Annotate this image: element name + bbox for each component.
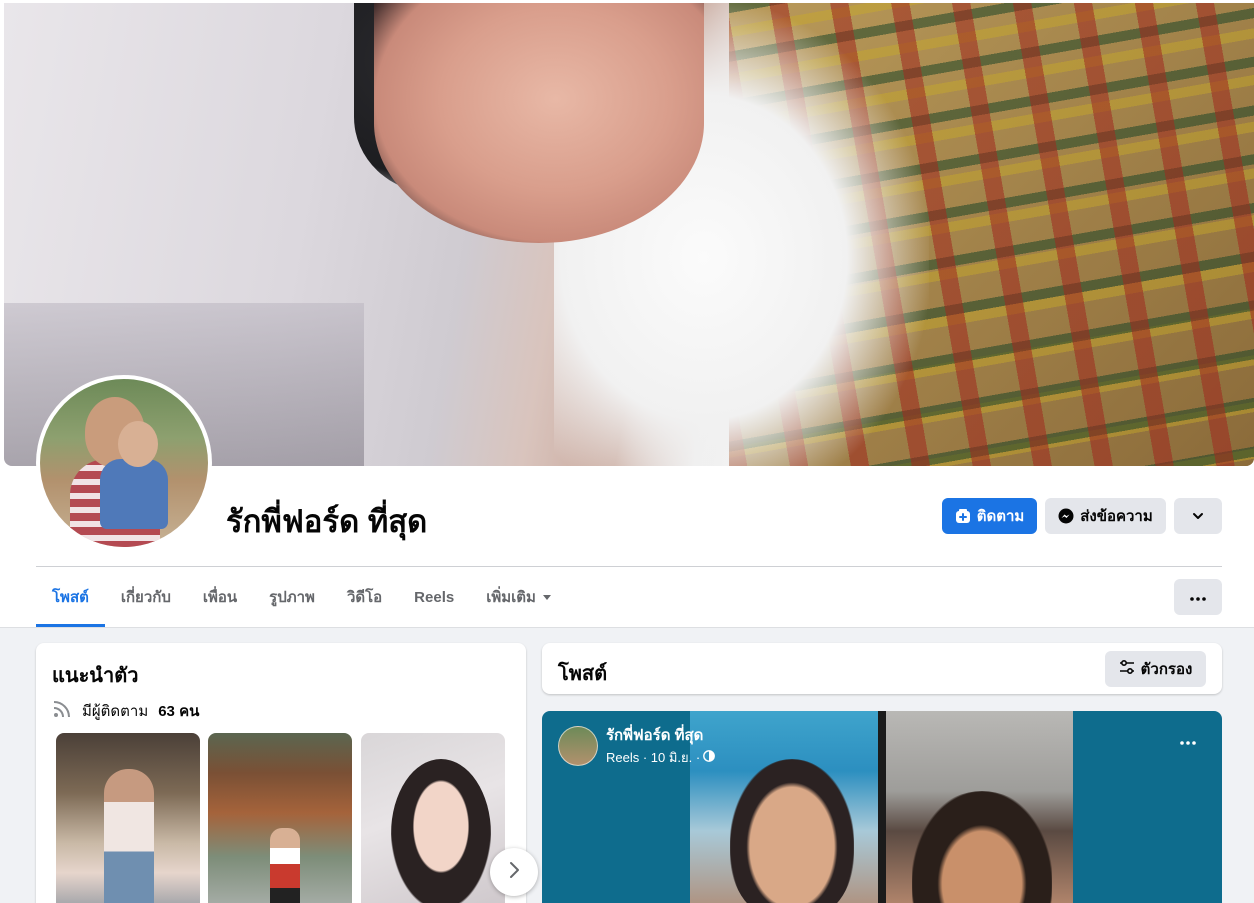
post-menu-button[interactable] xyxy=(1170,727,1206,755)
caret-down-icon xyxy=(542,589,552,606)
filter-button[interactable]: ตัวกรอง xyxy=(1105,651,1206,687)
reel-post[interactable]: รักพี่ฟอร์ด ที่สุด Reels · 10 มิ.ย. · xyxy=(542,711,1222,903)
tab-label: Reels xyxy=(414,588,455,606)
posts-header-card: โพสต์ ตัวกรอง xyxy=(542,643,1222,694)
tab-label: เพื่อน xyxy=(202,589,238,606)
message-label: ส่งข้อความ xyxy=(1080,508,1153,525)
follow-button[interactable]: ติดตาม xyxy=(942,498,1037,534)
cover-baby-face xyxy=(374,3,704,243)
tab-label: วิดีโอ xyxy=(346,589,383,606)
filter-sliders-icon xyxy=(1119,659,1135,678)
messenger-icon xyxy=(1058,508,1074,524)
tab-videos[interactable]: วิดีโอ xyxy=(331,567,398,627)
followers-row[interactable]: มีผู้ติดตาม 63 คน xyxy=(52,699,199,723)
profile-more-button[interactable] xyxy=(1174,498,1222,534)
profile-avatar[interactable] xyxy=(36,375,212,551)
avatar-figure xyxy=(118,421,158,467)
tab-more[interactable]: เพิ่มเติม xyxy=(470,567,568,627)
chevron-down-icon xyxy=(1191,509,1205,523)
tab-about[interactable]: เกี่ยวกับ xyxy=(105,567,187,627)
highlight-item[interactable] xyxy=(208,733,352,903)
highlight-figure xyxy=(104,769,154,903)
reel-author-name[interactable]: รักพี่ฟอร์ด ที่สุด xyxy=(606,723,715,747)
profile-name: รักพี่ฟอร์ด ที่สุด xyxy=(226,504,428,539)
reel-author-text: รักพี่ฟอร์ด ที่สุด Reels · 10 มิ.ย. · xyxy=(606,723,716,768)
tab-label: โพสต์ xyxy=(52,589,89,606)
reel-meta: Reels · 10 มิ.ย. · xyxy=(606,747,716,768)
posts-title: โพสต์ xyxy=(558,663,608,685)
chevron-right-icon xyxy=(507,861,521,884)
highlight-item[interactable] xyxy=(56,733,200,903)
message-button[interactable]: ส่งข้อความ xyxy=(1045,498,1166,534)
more-dots-icon xyxy=(1180,732,1196,750)
avatar-figure xyxy=(100,459,168,529)
reel-meta-text[interactable]: Reels · 10 มิ.ย. · xyxy=(606,747,700,768)
tab-posts[interactable]: โพสต์ xyxy=(36,567,105,627)
profile-header: รักพี่ฟอร์ด ที่สุด ติดตาม ส่งข้อความ โพส… xyxy=(0,0,1254,628)
intro-title: แนะนำตัว xyxy=(52,665,139,687)
avatar-image xyxy=(40,379,208,547)
more-dots-icon xyxy=(1190,588,1206,606)
followers-prefix: มีผู้ติดตาม xyxy=(82,703,149,720)
cover-photo[interactable] xyxy=(4,3,1254,466)
tabs-more-button[interactable] xyxy=(1174,579,1222,615)
highlight-item[interactable] xyxy=(361,733,505,903)
tab-friends[interactable]: เพื่อน xyxy=(187,567,253,627)
profile-tabs: โพสต์ เกี่ยวกับ เพื่อน รูปภาพ วิดีโอ Ree… xyxy=(36,567,568,627)
highlight-figure xyxy=(270,828,300,903)
tab-reels[interactable]: Reels xyxy=(398,567,470,627)
filter-label: ตัวกรอง xyxy=(1140,661,1193,678)
avatar[interactable] xyxy=(558,725,598,766)
globe-icon xyxy=(703,750,716,765)
intro-card: แนะนำตัว มีผู้ติดตาม 63 คน xyxy=(36,643,526,903)
tab-label: รูปภาพ xyxy=(269,589,315,606)
follow-plus-icon xyxy=(955,508,971,524)
follow-label: ติดตาม xyxy=(976,508,1025,525)
followers-count: 63 คน xyxy=(158,703,200,720)
tab-photos[interactable]: รูปภาพ xyxy=(253,567,331,627)
tab-label: เพิ่มเติม xyxy=(486,589,536,606)
featured-highlights xyxy=(56,733,506,903)
rss-followers-icon xyxy=(52,699,72,723)
reel-separator xyxy=(878,711,886,903)
tab-label: เกี่ยวกับ xyxy=(120,589,171,606)
highlights-next-button[interactable] xyxy=(490,848,538,896)
highlight-figure xyxy=(391,759,491,903)
reel-author[interactable]: รักพี่ฟอร์ด ที่สุด Reels · 10 มิ.ย. · xyxy=(558,723,716,768)
